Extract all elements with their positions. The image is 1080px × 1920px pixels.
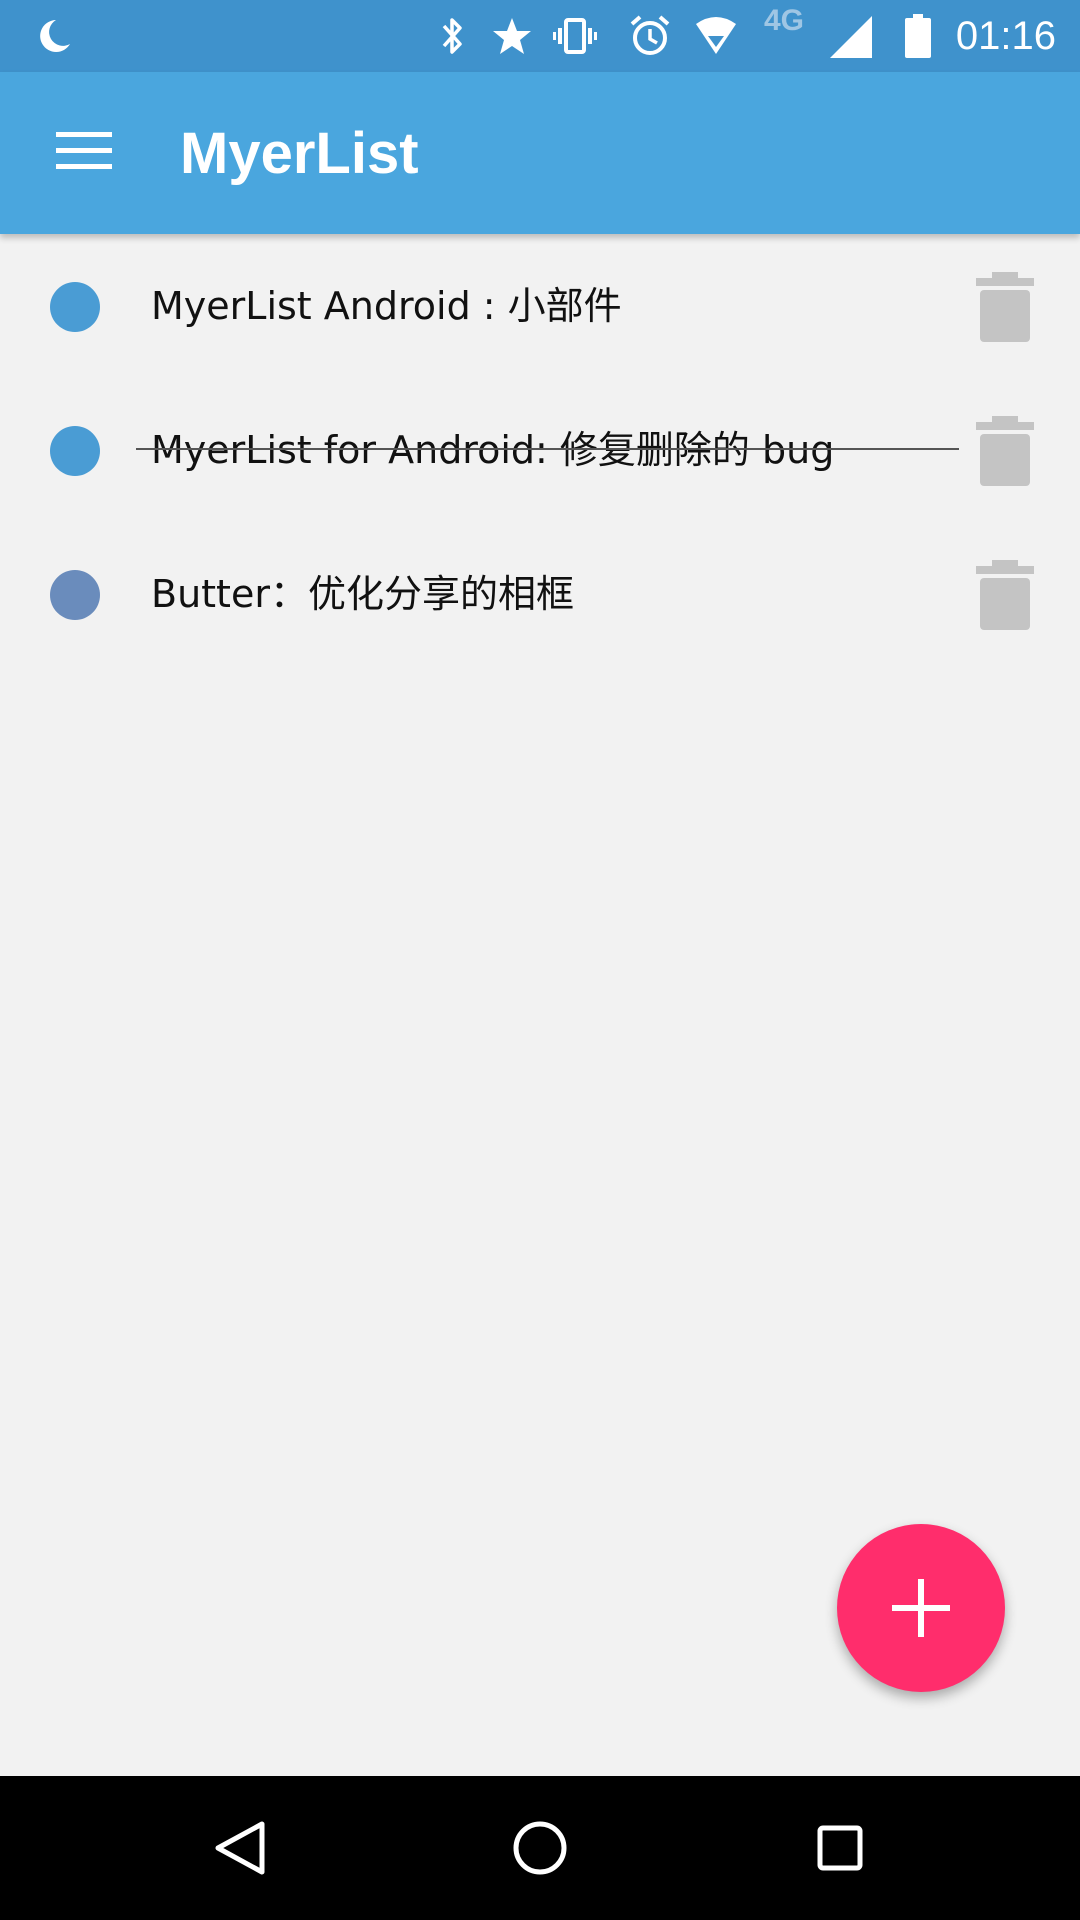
task-item[interactable]: Butter：优化分享的相框 [0, 522, 1080, 666]
hamburger-menu-icon[interactable] [38, 108, 130, 200]
status-clock: 01:16 [955, 14, 1056, 58]
back-icon[interactable] [190, 1798, 290, 1898]
menu-line [56, 132, 112, 137]
trash-icon[interactable] [970, 270, 1040, 344]
navigation-bar [0, 1776, 1080, 1920]
app-title: MyerList [180, 121, 419, 186]
task-list: MyerList Android : 小部件 MyerList for Andr… [0, 234, 1080, 666]
task-item[interactable]: MyerList Android : 小部件 [0, 234, 1080, 378]
trash-icon[interactable] [970, 414, 1040, 488]
home-icon[interactable] [490, 1798, 590, 1898]
alarm-icon [630, 15, 670, 55]
completed-strikethrough [136, 448, 959, 450]
plus-icon [918, 1579, 924, 1637]
app-bar: MyerList [0, 72, 1080, 234]
task-title[interactable]: MyerList for Android: 修复删除的 bug [151, 422, 834, 478]
recents-icon[interactable] [790, 1798, 890, 1898]
star-icon [493, 18, 531, 54]
task-color-dot[interactable] [50, 570, 100, 620]
task-title[interactable]: Butter：优化分享的相框 [151, 566, 574, 622]
bluetooth-icon [442, 18, 462, 54]
menu-line [56, 148, 112, 153]
battery-icon [905, 14, 931, 58]
task-title[interactable]: MyerList Android : 小部件 [151, 278, 622, 334]
status-bar: 4G 01:16 [0, 0, 1080, 72]
task-item[interactable]: MyerList for Android: 修复删除的 bug [0, 378, 1080, 522]
add-task-button[interactable] [837, 1524, 1005, 1692]
vibrate-icon [553, 18, 597, 54]
menu-line [56, 164, 112, 169]
task-color-dot[interactable] [50, 282, 100, 332]
cell-signal-icon [830, 16, 872, 58]
screen: 4G 01:16 MyerList MyerList Android : 小部件 [0, 0, 1080, 1920]
network-type-label: 4G [764, 4, 805, 37]
wifi-icon [696, 17, 736, 54]
trash-icon[interactable] [970, 558, 1040, 632]
task-color-dot[interactable] [50, 426, 100, 476]
moon-icon [40, 20, 70, 52]
